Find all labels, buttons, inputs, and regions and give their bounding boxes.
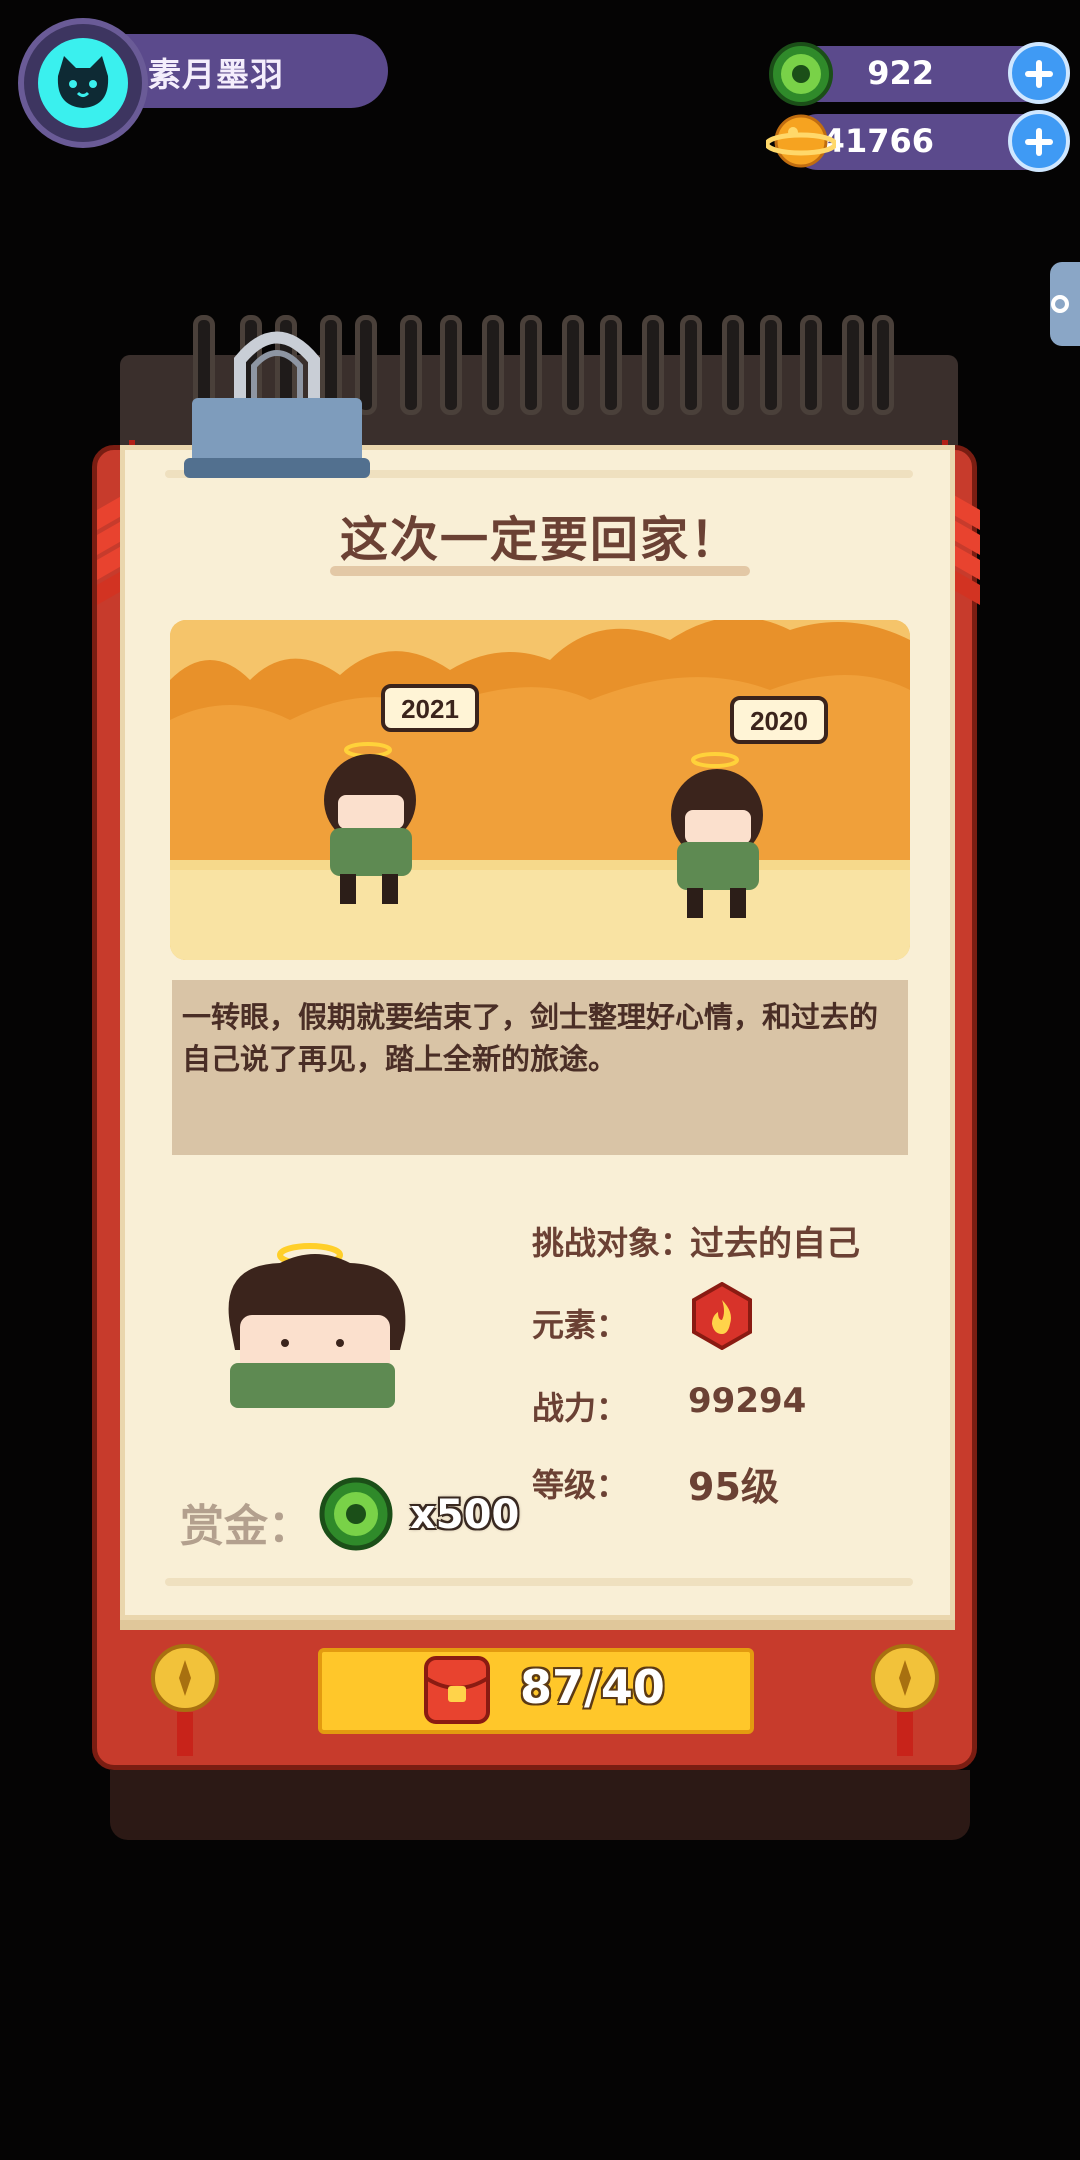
binder-clip-icon (182, 330, 372, 494)
page-bottom-line (165, 1578, 913, 1586)
share-tab[interactable] (1050, 262, 1080, 346)
level-label: 等级： (532, 1466, 629, 1504)
jade-coin-icon (318, 1476, 394, 1556)
year-tag-2021: 2021 (401, 694, 459, 724)
power-value: 99294 (688, 1381, 807, 1421)
year-tag-2020: 2020 (750, 706, 808, 736)
target-label: 挑战对象： (532, 1224, 693, 1262)
jade-coin-amount: 922 (867, 54, 934, 92)
cat-avatar-icon (38, 38, 128, 128)
story-text: 一转眼，假期就要结束了，剑士整理好心情，和过去的自己说了再见，踏上全新的旅途。 (182, 1000, 879, 1076)
player-avatar[interactable] (18, 18, 148, 148)
coin-tassel-left-icon (150, 1630, 220, 1764)
player-name: 素月墨羽 (148, 55, 284, 94)
reward-label: 赏金： (180, 1501, 312, 1552)
challenge-button-label: 87/40 (520, 1660, 665, 1714)
fire-element-icon (690, 1281, 754, 1354)
element-label: 元素： (532, 1306, 629, 1344)
red-envelope-icon (422, 1654, 492, 1730)
title-underline (330, 566, 750, 576)
story-illustration: 2021 2020 (170, 620, 910, 960)
challenge-title: 这次一定要回家！ (339, 512, 740, 568)
coin-tassel-right-icon (870, 1630, 940, 1764)
power-label: 战力： (532, 1389, 629, 1427)
add-gold-button[interactable] (1008, 110, 1070, 172)
jade-coin-icon (768, 41, 834, 107)
level-value: 95级 (688, 1465, 779, 1509)
target-value: 过去的自己 (690, 1224, 860, 1264)
share-icon (1051, 295, 1069, 313)
reward-quantity: x500 (410, 1492, 520, 1538)
enemy-portrait-icon (210, 1235, 420, 1419)
gold-planet-icon (764, 108, 838, 174)
add-jade-button[interactable] (1008, 42, 1070, 104)
notebook-bottom-shadow (110, 1770, 970, 1840)
